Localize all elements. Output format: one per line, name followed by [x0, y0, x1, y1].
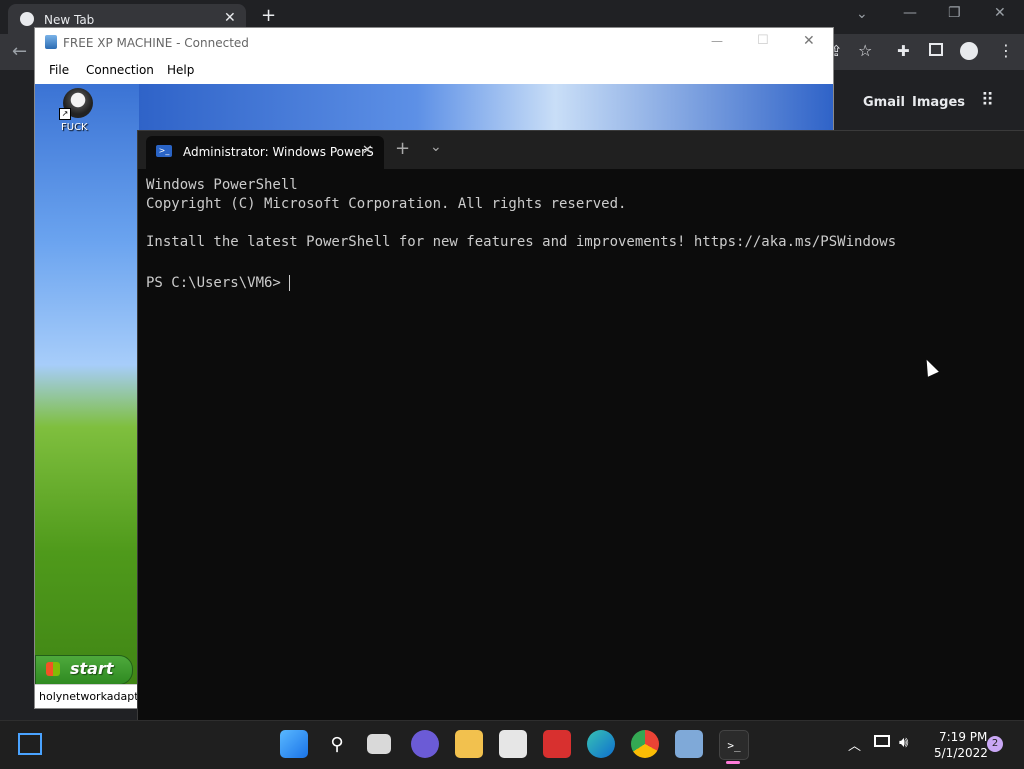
- menu-file[interactable]: File: [49, 63, 69, 77]
- terminal-line: Copyright (C) Microsoft Corporation. All…: [146, 196, 627, 212]
- terminal-taskbar-icon[interactable]: >_: [719, 730, 749, 760]
- xp-taskbar-item[interactable]: holynetworkadapte: [35, 684, 139, 708]
- desktop-shortcut[interactable]: ↗ FUCK: [53, 88, 105, 136]
- tray-chevron-up-icon[interactable]: ︿: [848, 735, 861, 754]
- terminal-tab-close-icon[interactable]: ✕: [362, 143, 373, 158]
- windows-flag-icon: [46, 662, 60, 676]
- chevron-down-icon[interactable]: ⌄: [856, 6, 868, 22]
- volume-icon[interactable]: 🔊︎: [899, 733, 908, 751]
- remote-desktop-icon[interactable]: [675, 730, 703, 758]
- terminal-tab-bar: >_ Administrator: Windows PowerS ✕ + ⌄: [138, 131, 1024, 169]
- desktop-icon-label: FUCK: [61, 122, 88, 133]
- terminal-line: Install the latest PowerShell for new fe…: [146, 234, 897, 250]
- windows-taskbar: ⚲ >_ ︿ 🔊︎ 7:19 PM 5/1/2022 2: [0, 720, 1024, 769]
- edge-icon[interactable]: [587, 730, 615, 758]
- new-terminal-tab-icon[interactable]: +: [395, 138, 410, 159]
- close-icon[interactable]: ✕: [224, 10, 236, 26]
- rdp-maximize-icon[interactable]: ☐: [757, 33, 769, 48]
- powershell-icon: >_: [156, 145, 172, 157]
- start-button[interactable]: [280, 730, 308, 758]
- search-icon[interactable]: ⚲: [323, 730, 351, 758]
- chat-icon[interactable]: [411, 730, 439, 758]
- news-icon[interactable]: [543, 730, 571, 758]
- network-icon[interactable]: [874, 735, 890, 747]
- chrome-icon: [20, 12, 34, 26]
- terminal-window: >_ Administrator: Windows PowerS ✕ + ⌄ W…: [137, 130, 1024, 722]
- rdp-title-bar: FREE XP MACHINE - Connected — ☐ ✕: [35, 28, 833, 58]
- gmail-link[interactable]: Gmail: [863, 95, 905, 110]
- terminal-tab[interactable]: >_ Administrator: Windows PowerS ✕: [146, 136, 384, 169]
- xp-desktop: ↗ FUCK start holynetworkadapte: [35, 84, 139, 708]
- terminal-line: Windows PowerShell: [146, 177, 298, 193]
- task-view-icon[interactable]: [18, 733, 42, 755]
- side-panel-icon[interactable]: [929, 43, 943, 56]
- clock-date[interactable]: 5/1/2022: [934, 746, 988, 760]
- clock-time[interactable]: 7:19 PM: [939, 730, 987, 744]
- more-menu-icon[interactable]: ⋮: [998, 41, 1014, 60]
- extensions-icon[interactable]: ✚: [897, 42, 910, 60]
- restore-icon[interactable]: ❐: [948, 5, 961, 21]
- microsoft-store-icon[interactable]: [499, 730, 527, 758]
- menu-connection[interactable]: Connection: [86, 63, 154, 77]
- back-arrow-icon[interactable]: ←: [12, 41, 27, 62]
- star-icon[interactable]: ☆: [858, 41, 872, 60]
- terminal-prompt: PS C:\Users\VM6>: [146, 275, 290, 291]
- menu-help[interactable]: Help: [167, 63, 194, 77]
- rdp-app-icon: [45, 35, 57, 49]
- terminal-prompt-line: PS C:\Users\VM6>: [146, 272, 1016, 291]
- start-label: start: [70, 659, 114, 678]
- terminal-active-indicator: [726, 761, 740, 764]
- rdp-close-icon[interactable]: ✕: [803, 33, 815, 49]
- terminal-dropdown-icon[interactable]: ⌄: [430, 139, 442, 155]
- xp-start-button[interactable]: start: [35, 655, 133, 685]
- rdp-menu-bar: File Connection Help: [35, 58, 833, 83]
- tab-title: New Tab: [44, 13, 95, 27]
- chrome-taskbar-icon[interactable]: [631, 730, 659, 758]
- terminal-output[interactable]: Windows PowerShell Copyright (C) Microso…: [146, 177, 1016, 697]
- shortcut-arrow-icon: ↗: [59, 108, 71, 120]
- images-link[interactable]: Images: [912, 95, 965, 110]
- profile-icon[interactable]: [960, 42, 978, 60]
- notification-badge[interactable]: 2: [987, 736, 1003, 752]
- minimize-icon[interactable]: —: [903, 5, 917, 21]
- apps-grid-icon[interactable]: ⠿: [981, 92, 994, 110]
- xp-wallpaper-sky: [139, 84, 833, 131]
- close-window-icon[interactable]: ✕: [994, 5, 1006, 21]
- taskbar-item-label: holynetworkadapte: [39, 690, 139, 703]
- new-tab-icon[interactable]: +: [261, 5, 276, 26]
- rdp-title: FREE XP MACHINE - Connected: [63, 36, 249, 50]
- task-view-windows-icon[interactable]: [367, 734, 391, 754]
- file-explorer-icon[interactable]: [455, 730, 483, 758]
- rdp-minimize-icon[interactable]: —: [711, 34, 723, 48]
- terminal-tab-title: Administrator: Windows PowerS: [183, 145, 374, 159]
- text-cursor: [289, 274, 291, 291]
